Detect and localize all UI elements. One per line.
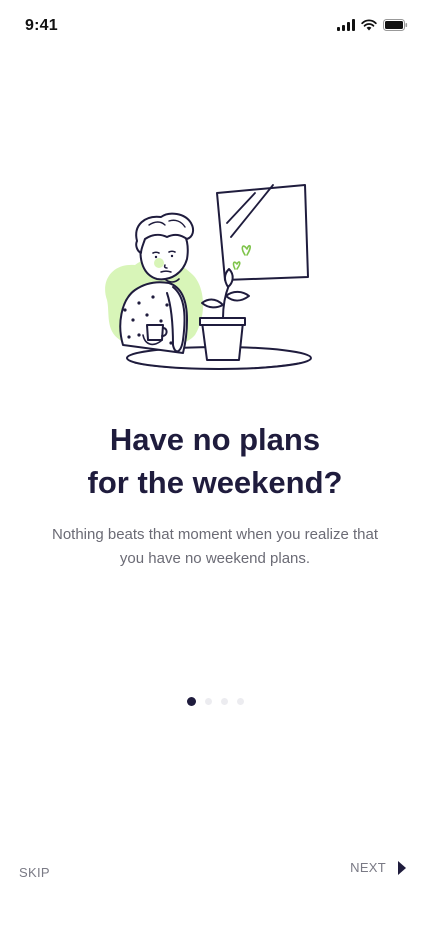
page-dot-2[interactable]	[204, 698, 212, 705]
title-line-2: for the weekend?	[87, 465, 343, 500]
page-dot-3[interactable]	[220, 698, 228, 705]
subtitle-line-2: you have no weekend plans.	[119, 550, 311, 567]
status-time: 9:41	[25, 17, 58, 34]
skip-button[interactable]: SKIP	[19, 865, 50, 880]
page-dot-1[interactable]	[186, 697, 196, 706]
page-title: Have no plans for the weekend?	[0, 418, 430, 504]
play-arrow-icon	[398, 860, 406, 875]
subtitle-line-1: Nothing beats that moment when you reali…	[51, 526, 379, 543]
wifi-icon	[361, 19, 377, 31]
title-line-1: Have no plans	[109, 422, 321, 457]
page-indicator	[0, 697, 430, 706]
person-with-plant-illustration	[105, 184, 312, 370]
status-bar: 9:41	[0, 0, 430, 50]
page-dot-4[interactable]	[236, 698, 244, 705]
signal-icon	[337, 19, 355, 31]
next-button[interactable]: NEXT	[350, 860, 406, 875]
page-subtitle: Nothing beats that moment when you reali…	[30, 523, 400, 571]
next-label: NEXT	[350, 860, 386, 875]
battery-icon	[383, 19, 408, 31]
status-icons	[337, 17, 408, 33]
